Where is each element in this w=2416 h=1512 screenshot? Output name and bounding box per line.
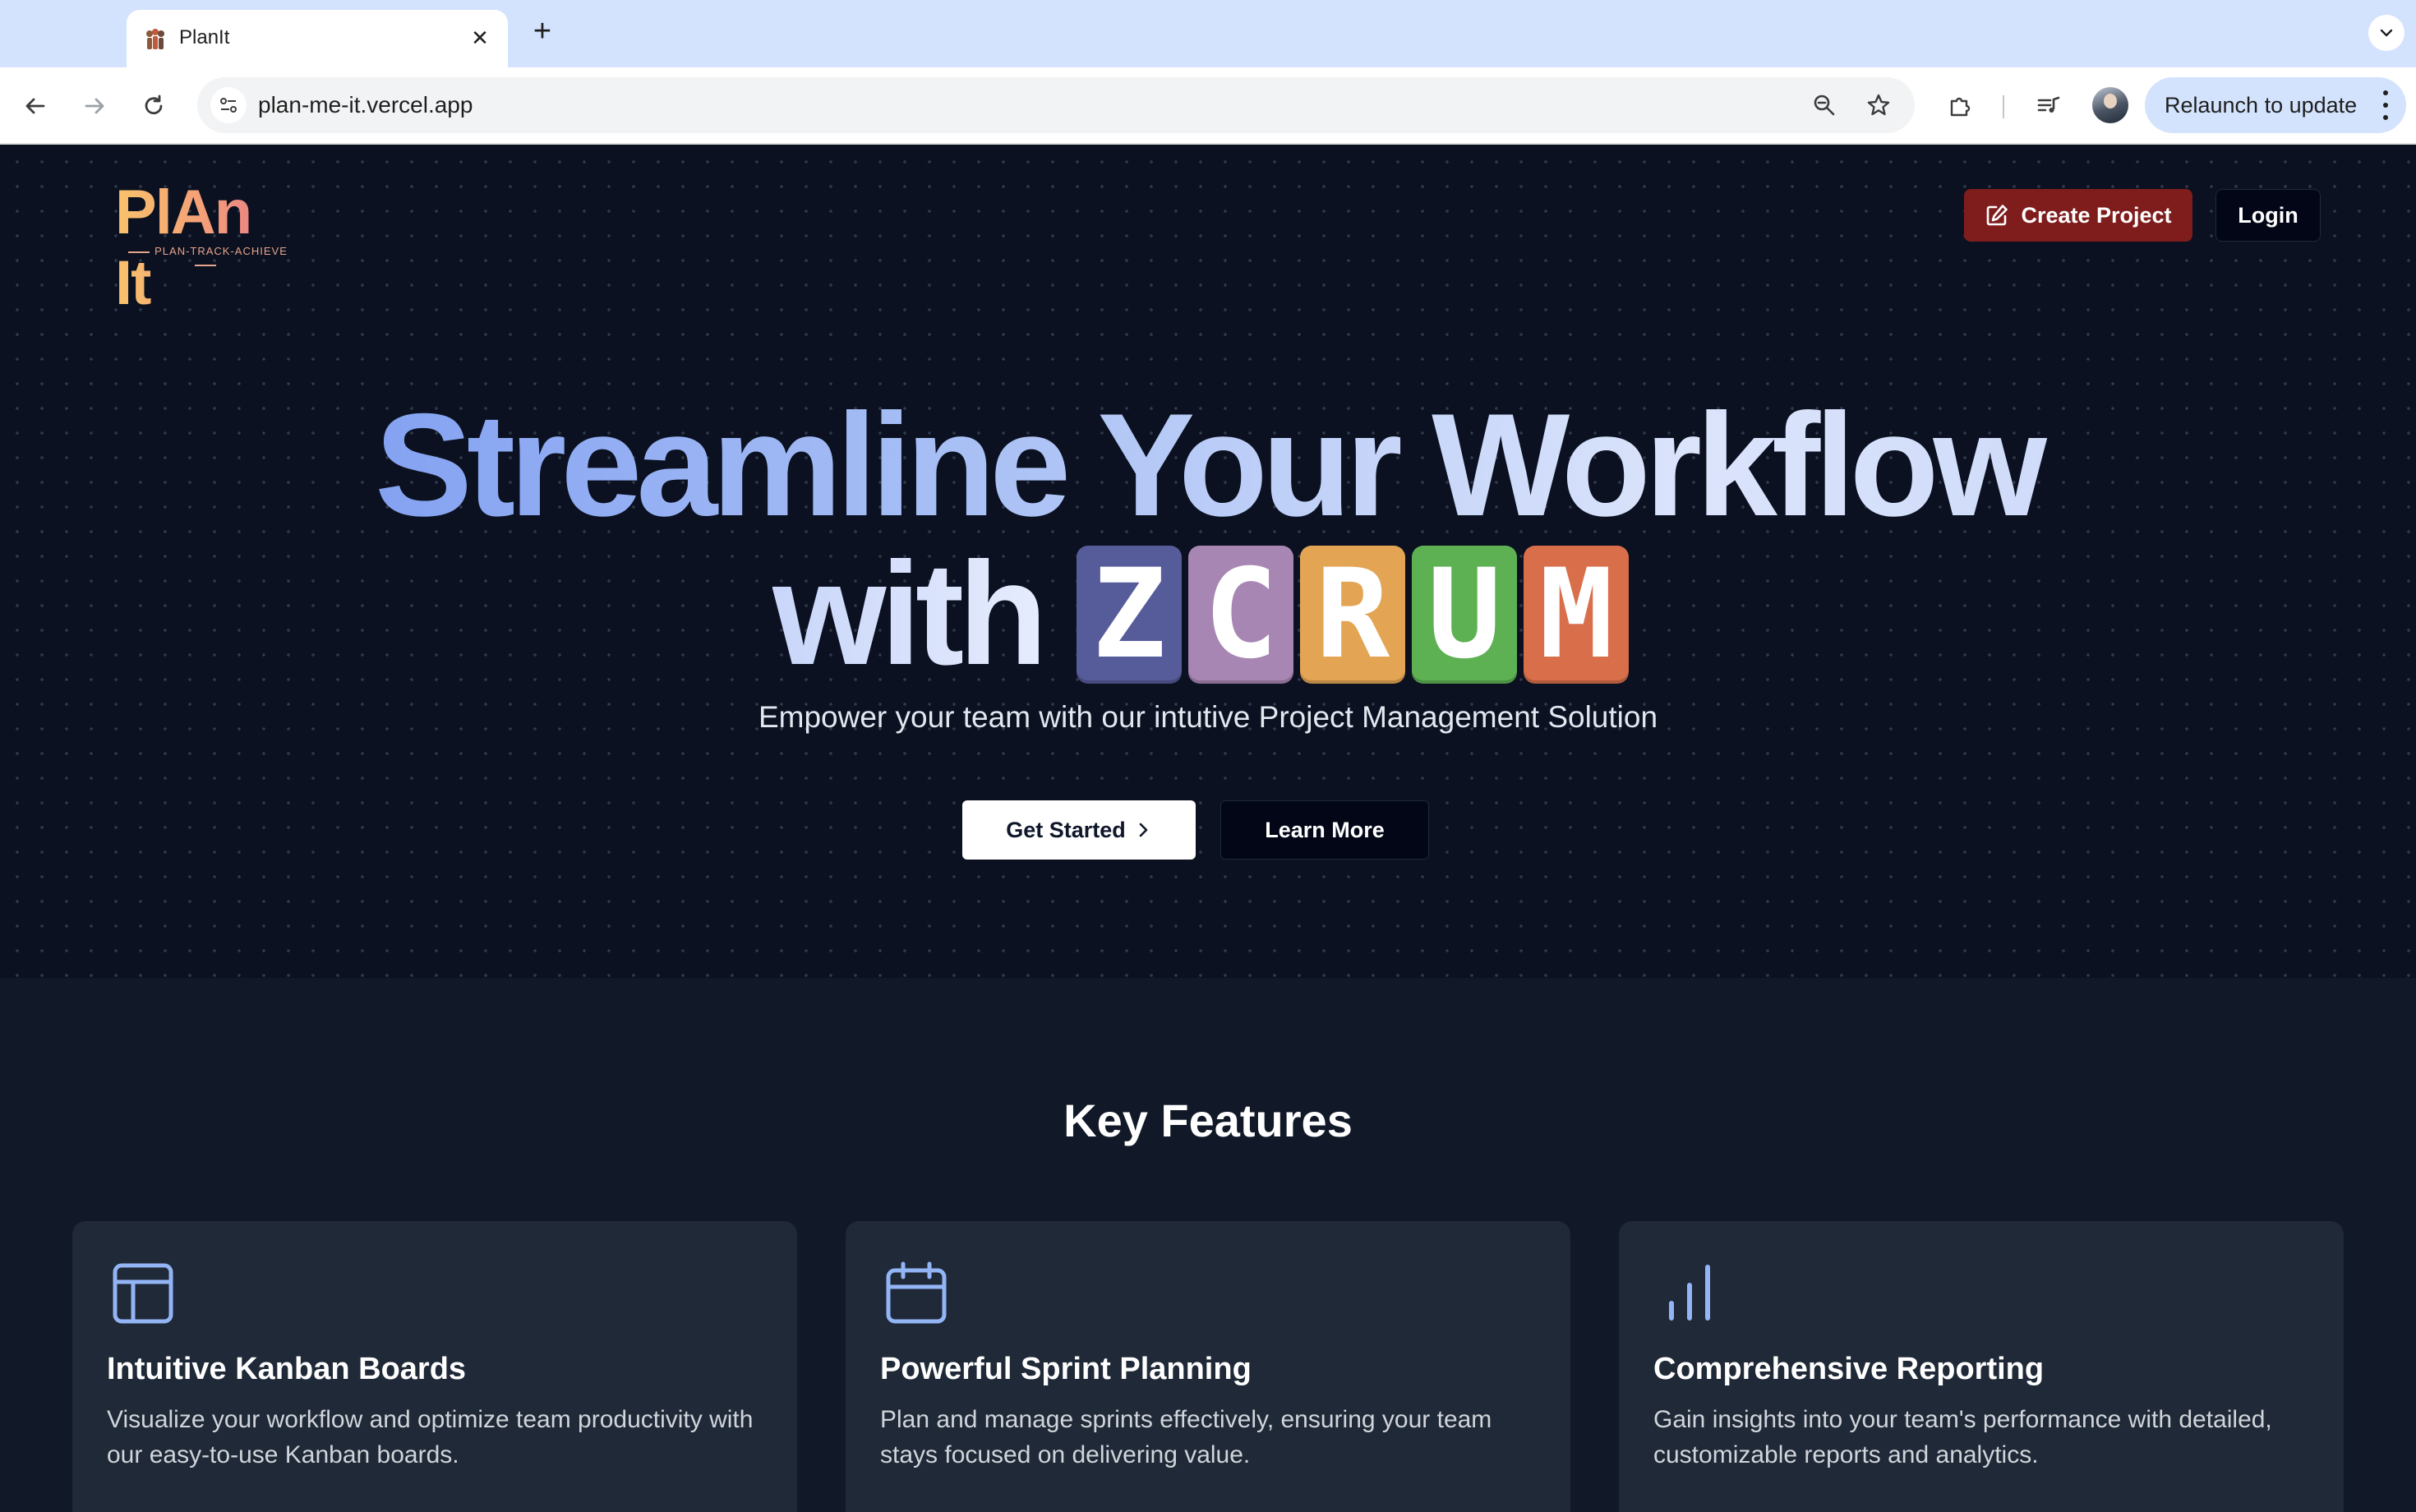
chevron-right-icon — [1139, 823, 1148, 837]
back-arrow-icon[interactable] — [15, 85, 56, 127]
feature-card-reporting: Comprehensive Reporting Gain insights in… — [1619, 1221, 2344, 1512]
tab-close-icon[interactable]: ✕ — [467, 25, 493, 51]
brand-letter-block: Z — [1077, 543, 1182, 686]
brand-letter-block: U — [1412, 543, 1517, 686]
planit-favicon-icon — [146, 29, 164, 49]
tab-title: PlanIt — [179, 26, 230, 48]
features-section: Key Features Intuitive Kanban Boards Vis… — [0, 978, 2416, 1512]
feature-description: Gain insights into your team's performan… — [1653, 1406, 2272, 1468]
new-tab-icon[interactable]: + — [526, 15, 559, 48]
feature-description: Visualize your workflow and optimize tea… — [107, 1406, 754, 1468]
get-started-label: Get Started — [1006, 817, 1126, 842]
login-button[interactable]: Login — [2215, 189, 2321, 242]
create-project-label: Create Project — [2021, 202, 2172, 228]
feature-card-sprint: Powerful Sprint Planning Plan and manage… — [846, 1221, 1570, 1512]
feature-description: Plan and manage sprints effectively, ens… — [880, 1406, 1492, 1468]
browser-toolbar: plan-me-it.vercel.app Relaunch to update — [0, 67, 2416, 145]
browser-tab-strip: PlanIt ✕ + — [0, 0, 2416, 67]
address-bar[interactable]: plan-me-it.vercel.app — [197, 77, 1915, 133]
create-project-button[interactable]: Create Project — [1964, 189, 2192, 242]
hero-headline-with: with — [772, 532, 1048, 695]
hero-subtitle: Empower your team with our intutive Proj… — [758, 700, 1658, 734]
bar-chart-icon — [1669, 1265, 1710, 1321]
profile-avatar[interactable] — [2092, 87, 2128, 123]
bookmark-star-icon[interactable] — [1860, 87, 1897, 123]
more-menu-icon[interactable] — [2381, 90, 2390, 120]
media-control-icon[interactable] — [2028, 85, 2069, 127]
brand-letter-block: M — [1524, 543, 1629, 686]
layout-icon — [113, 1263, 173, 1324]
get-started-button[interactable]: Get Started — [962, 800, 1196, 860]
extensions-puzzle-icon[interactable] — [1939, 85, 1980, 127]
edit-pen-icon — [1987, 205, 2008, 226]
relaunch-to-update-button[interactable]: Relaunch to update — [2145, 77, 2406, 133]
forward-arrow-icon[interactable] — [74, 85, 115, 127]
reload-icon[interactable] — [133, 85, 174, 127]
brand-letter-block: C — [1188, 543, 1293, 686]
site-info-icon[interactable] — [210, 87, 247, 123]
feature-title: Powerful Sprint Planning — [880, 1352, 1252, 1386]
learn-more-button[interactable]: Learn More — [1220, 800, 1429, 860]
login-label: Login — [2238, 202, 2298, 228]
feature-card-kanban: Intuitive Kanban Boards Visualize your w… — [72, 1221, 797, 1512]
hero-section: PlAn It PLAN-TRACK-ACHIEVE Create Projec… — [0, 145, 2416, 978]
toolbar-divider — [2003, 95, 2004, 118]
calendar-icon — [886, 1261, 947, 1324]
feature-title: Intuitive Kanban Boards — [107, 1352, 467, 1386]
planit-logo[interactable]: PlAn It PLAN-TRACK-ACHIEVE — [115, 177, 296, 318]
page-content: PlAn It PLAN-TRACK-ACHIEVE Create Projec… — [0, 145, 2416, 1512]
brand-wordmark: ZCRUM — [1077, 543, 1629, 686]
url-text: plan-me-it.vercel.app — [258, 92, 473, 118]
learn-more-label: Learn More — [1265, 817, 1385, 842]
feature-title: Comprehensive Reporting — [1653, 1352, 2045, 1386]
brand-letter-block: R — [1300, 543, 1405, 686]
relaunch-label: Relaunch to update — [2165, 93, 2358, 118]
logo-tagline: PLAN-TRACK-ACHIEVE — [115, 245, 296, 271]
tab-search-chevron-icon[interactable] — [2368, 15, 2404, 51]
features-title: Key Features — [1063, 1095, 1353, 1146]
browser-tab[interactable]: PlanIt ✕ — [127, 10, 508, 67]
zoom-icon[interactable] — [1806, 87, 1842, 123]
hero-headline-line1: Streamline Your Workflow — [0, 391, 2416, 539]
